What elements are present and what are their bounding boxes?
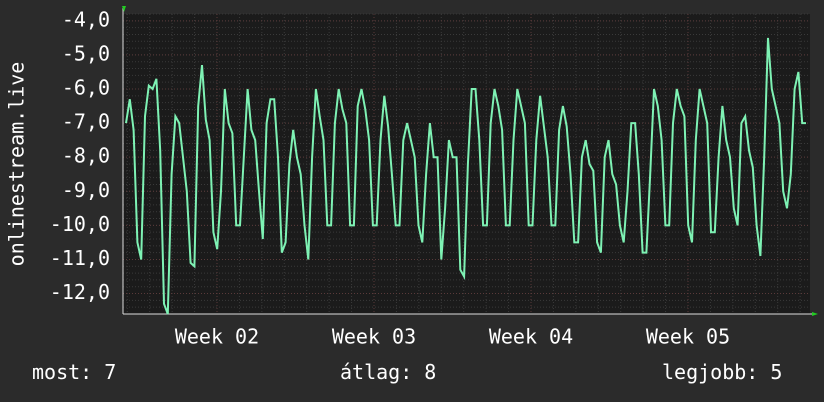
current-value: 7 xyxy=(104,360,117,384)
best-label: legjobb: xyxy=(662,360,759,384)
y-tick-label: -7,0 xyxy=(62,110,110,134)
x-tick-label: Week 04 xyxy=(489,325,573,349)
current-label: most: xyxy=(32,360,93,384)
current-stat: most: 7 xyxy=(32,360,116,384)
y-axis-label: onlinestream.live xyxy=(5,62,29,267)
y-tick-label: -5,0 xyxy=(62,41,110,65)
x-axis-arrow-icon xyxy=(812,312,818,316)
y-tick-labels: -4,0 -5,0 -6,0 -7,0 -8,0 -9,0 -10,0 -11,0 -12,0 xyxy=(50,7,110,304)
best-stat: legjobb: 5 xyxy=(662,360,782,384)
y-tick-label: -12,0 xyxy=(50,280,110,304)
y-tick-label: -9,0 xyxy=(62,178,110,202)
y-tick-label: -11,0 xyxy=(50,246,110,270)
x-tick-label: Week 02 xyxy=(175,325,259,349)
x-tick-label: Week 03 xyxy=(332,325,416,349)
y-tick-label: -6,0 xyxy=(62,76,110,100)
average-label: átlag: xyxy=(340,360,413,384)
y-tick-label: -4,0 xyxy=(62,7,110,31)
average-value: 8 xyxy=(424,360,437,384)
footer-stats: most: 7 átlag: 8 legjobb: 5 xyxy=(0,360,824,390)
x-tick-labels: Week 02 Week 03 Week 04 Week 05 xyxy=(175,325,730,349)
best-value: 5 xyxy=(770,360,783,384)
x-tick-label: Week 05 xyxy=(646,325,730,349)
average-stat: átlag: 8 xyxy=(340,360,436,384)
chart: -4,0-5,0-6,0-7,0-8,0-9,0-10,0-11,0-12,0 … xyxy=(5,6,818,349)
plot-area xyxy=(123,14,810,314)
y-tick-label: -8,0 xyxy=(62,144,110,168)
y-tick-label: -10,0 xyxy=(50,212,110,236)
